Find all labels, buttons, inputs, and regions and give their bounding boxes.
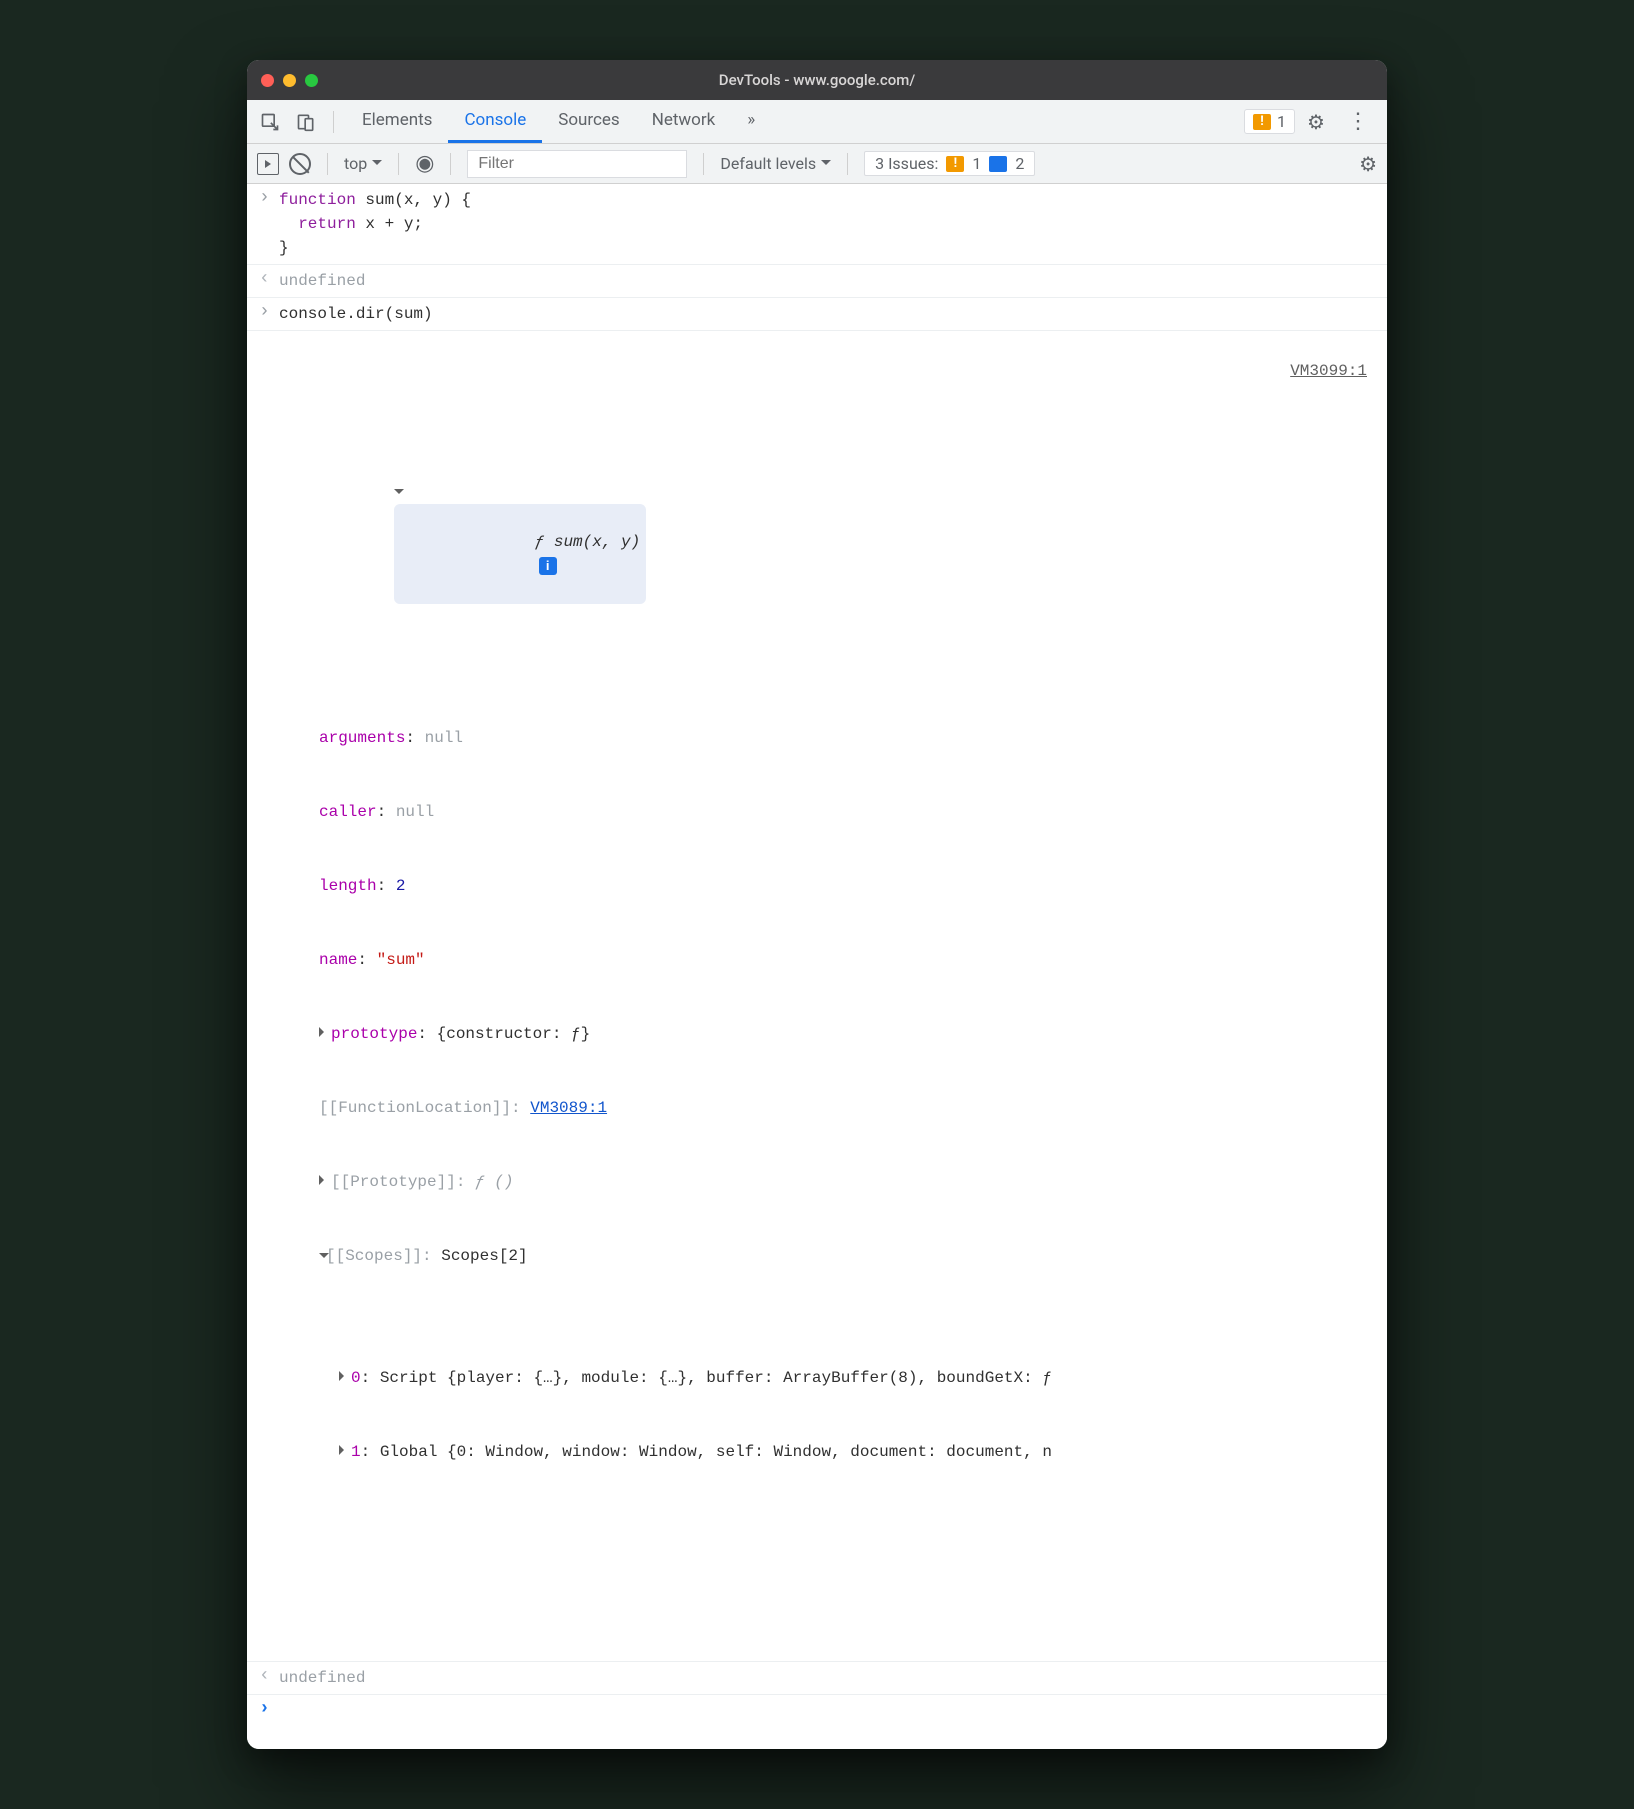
scope-1[interactable]: 1: Global {0: Window, window: Window, se… (339, 1439, 1375, 1465)
prop-length[interactable]: length: 2 (319, 873, 1375, 899)
prompt-marker-icon (259, 1699, 279, 1719)
tab-console[interactable]: Console (448, 100, 542, 143)
close-icon[interactable] (261, 74, 274, 87)
context-label: top (344, 154, 367, 173)
clear-console-icon[interactable] (289, 153, 311, 175)
settings-icon[interactable]: ⚙ (1301, 107, 1331, 137)
disclosure-triangle-icon[interactable] (319, 1027, 329, 1037)
info-icon (989, 156, 1007, 172)
separator (327, 153, 328, 175)
chevron-down-icon (821, 160, 831, 170)
input-marker-icon (259, 188, 279, 208)
warning-icon (1253, 114, 1271, 130)
console-dir-row: VM3099:1 ƒ sum(x, y) i arguments: null c… (247, 331, 1387, 1662)
prop-arguments[interactable]: arguments: null (319, 725, 1375, 751)
dir-content: VM3099:1 ƒ sum(x, y) i arguments: null c… (279, 335, 1375, 1657)
issues-info-count: 2 (1015, 154, 1024, 173)
titlebar: DevTools - www.google.com/ (247, 60, 1387, 100)
source-reference[interactable]: VM3099:1 (1290, 359, 1375, 383)
prop-prototype-internal[interactable]: [[Prototype]]: ƒ () (319, 1169, 1375, 1195)
issues-badge[interactable]: 1 (1244, 109, 1295, 134)
prop-caller[interactable]: caller: null (319, 799, 1375, 825)
scopes-children: 0: Script {player: {…}, module: {…}, buf… (319, 1317, 1375, 1513)
input-marker-icon (259, 302, 279, 322)
tabs: Elements Console Sources Network » (346, 100, 771, 143)
function-signature: sum(x, y) (554, 533, 640, 551)
vm-link[interactable]: VM3089:1 (530, 1099, 607, 1117)
issues-label: 3 Issues: (875, 154, 938, 173)
maximize-icon[interactable] (305, 74, 318, 87)
window-title: DevTools - www.google.com/ (247, 71, 1387, 89)
disclosure-triangle-icon[interactable] (339, 1445, 349, 1455)
device-toolbar-icon[interactable] (291, 107, 321, 137)
console-output-value: undefined (279, 1666, 1375, 1690)
console-output-row: undefined (247, 265, 1387, 298)
output-marker-icon (259, 1666, 279, 1686)
console-output-row: undefined (247, 1662, 1387, 1695)
function-f: ƒ (535, 533, 554, 551)
prop-scopes[interactable]: [[Scopes]]: Scopes[2] (319, 1243, 1375, 1269)
separator (398, 153, 399, 175)
separator (703, 153, 704, 175)
warning-icon (946, 156, 964, 172)
console-input-row: function sum(x, y) { return x + y; } (247, 184, 1387, 265)
console-output-value: undefined (279, 269, 1375, 293)
console-output: function sum(x, y) { return x + y; } und… (247, 184, 1387, 1749)
output-marker-icon (259, 269, 279, 289)
chevron-down-icon (372, 160, 382, 170)
tab-sources[interactable]: Sources (542, 100, 635, 143)
issues-warn-count: 1 (972, 154, 981, 173)
traffic-lights (247, 74, 318, 87)
more-icon[interactable]: ⋮ (1337, 109, 1379, 134)
tab-elements[interactable]: Elements (346, 100, 448, 143)
separator (450, 153, 451, 175)
object-tree: ƒ sum(x, y) i arguments: null caller: nu… (279, 407, 1375, 1609)
console-input-code: console.dir(sum) (279, 302, 1375, 326)
minimize-icon[interactable] (283, 74, 296, 87)
levels-selector[interactable]: Default levels (720, 154, 831, 173)
tab-network[interactable]: Network (636, 100, 732, 143)
prop-name[interactable]: name: "sum" (319, 947, 1375, 973)
prop-prototype[interactable]: prototype: {constructor: ƒ} (319, 1021, 1375, 1047)
live-expression-icon[interactable]: ◉ (415, 151, 434, 176)
issues-summary[interactable]: 3 Issues: 1 2 (864, 151, 1035, 176)
separator (847, 153, 848, 175)
disclosure-triangle-icon[interactable] (339, 1371, 349, 1381)
filter-input[interactable] (467, 150, 687, 178)
info-badge-icon[interactable]: i (539, 557, 557, 575)
console-input-row: console.dir(sum) (247, 298, 1387, 331)
toggle-sidebar-icon[interactable] (257, 153, 279, 175)
separator (333, 111, 334, 133)
context-selector[interactable]: top (344, 154, 382, 173)
disclosure-triangle-icon[interactable] (394, 489, 404, 499)
disclosure-triangle-icon[interactable] (319, 1175, 329, 1185)
issues-count: 1 (1277, 112, 1286, 131)
tabs-overflow[interactable]: » (731, 100, 771, 143)
prop-function-location[interactable]: [[FunctionLocation]]: VM3089:1 (319, 1095, 1375, 1121)
inspect-element-icon[interactable] (255, 107, 285, 137)
console-settings-icon[interactable]: ⚙ (1359, 152, 1377, 176)
tree-header[interactable]: ƒ sum(x, y) i (279, 455, 1375, 629)
tree-children: arguments: null caller: null length: 2 n… (279, 677, 1375, 1561)
levels-label: Default levels (720, 154, 816, 173)
console-filter-bar: top ◉ Default levels 3 Issues: 1 2 ⚙ (247, 144, 1387, 184)
main-tab-bar: Elements Console Sources Network » 1 ⚙ ⋮ (247, 100, 1387, 144)
devtools-window: DevTools - www.google.com/ Elements Cons… (247, 60, 1387, 1749)
console-input-code: function sum(x, y) { return x + y; } (279, 188, 1375, 260)
scope-0[interactable]: 0: Script {player: {…}, module: {…}, buf… (339, 1365, 1375, 1391)
console-prompt-row[interactable] (247, 1695, 1387, 1749)
